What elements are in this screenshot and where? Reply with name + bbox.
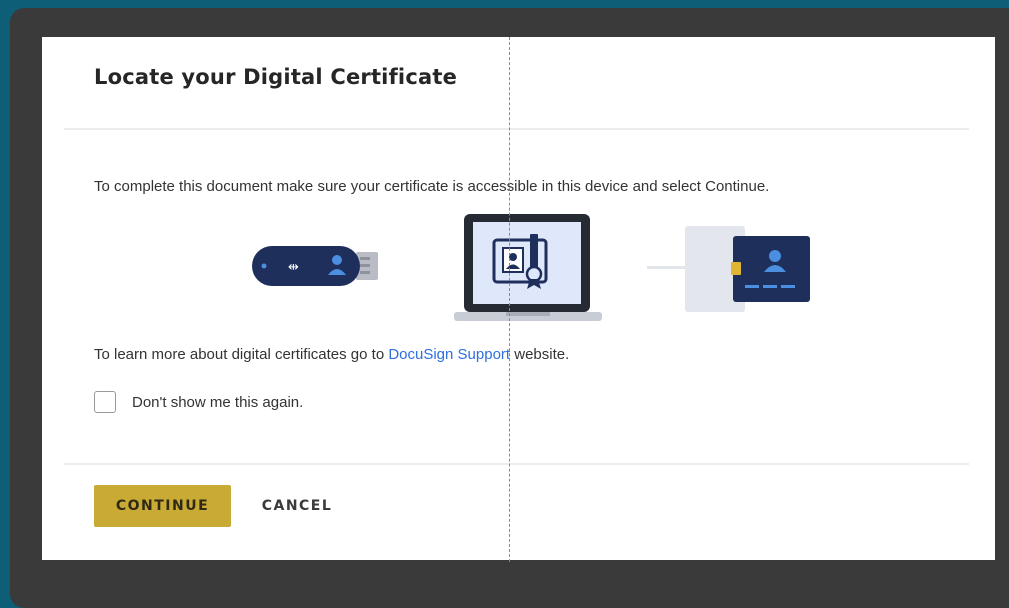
dialog-title: Locate your Digital Certificate — [94, 65, 458, 89]
usb-token-icon: ⇹ — [252, 246, 378, 286]
certificate-dialog: Locate your Digital Certificate To compl… — [42, 37, 995, 560]
docusign-support-link[interactable]: DocuSign Support — [388, 346, 510, 363]
learn-more-suffix: website. — [510, 346, 570, 363]
continue-button[interactable]: CONTINUE — [94, 485, 231, 527]
smart-card-reader-icon — [647, 226, 810, 312]
intro-text: To complete this document make sure your… — [94, 178, 770, 195]
center-guide-line — [509, 37, 510, 562]
dont-show-again-checkbox[interactable] — [94, 391, 116, 413]
learn-more-prefix: To learn more about digital certificates… — [94, 346, 389, 363]
dont-show-again-row[interactable]: Don't show me this again. — [94, 391, 303, 413]
dont-show-again-label[interactable]: Don't show me this again. — [132, 394, 303, 411]
footer-divider — [64, 463, 969, 465]
svg-text:⇹: ⇹ — [288, 260, 299, 275]
header-divider — [64, 128, 969, 130]
cancel-button[interactable]: CANCEL — [252, 485, 342, 527]
laptop-certificate-icon — [454, 214, 602, 321]
learn-more-text: To learn more about digital certificates… — [94, 346, 569, 363]
